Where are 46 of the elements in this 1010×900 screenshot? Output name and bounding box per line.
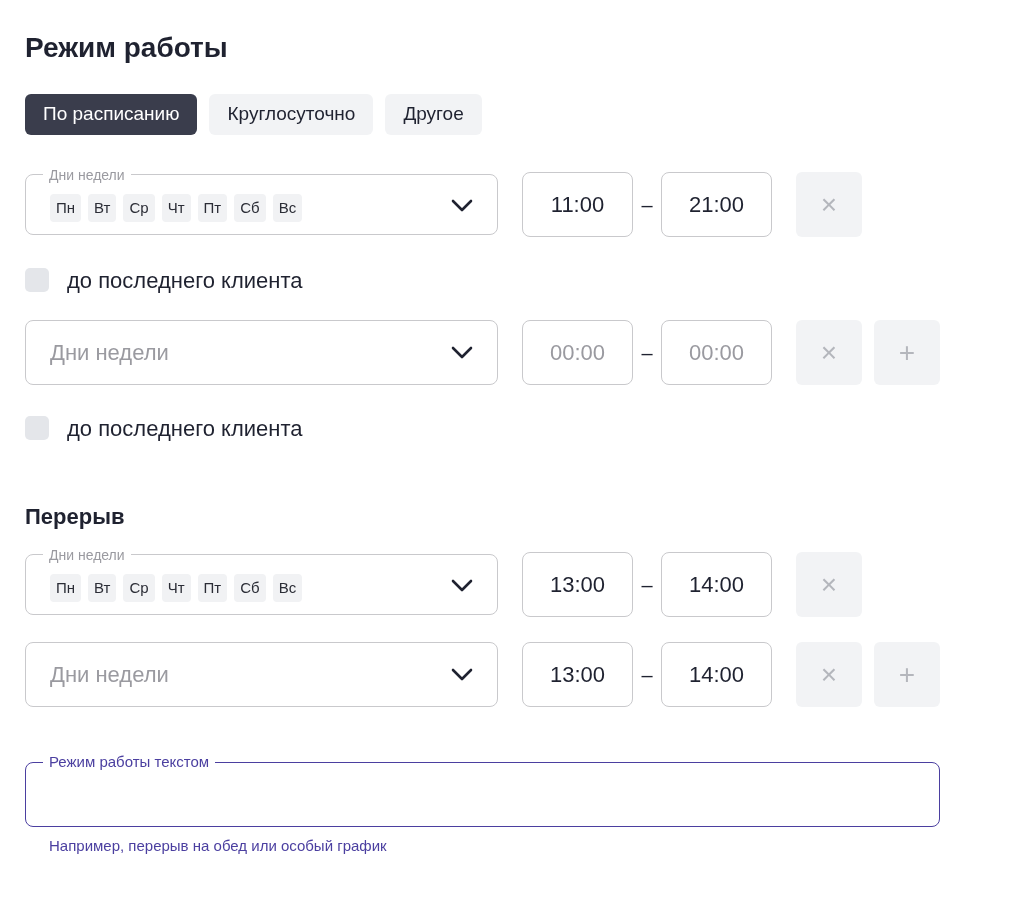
mode-tab[interactable]: Круглосуточно bbox=[209, 94, 374, 135]
weekday-chip: Вс bbox=[272, 194, 303, 222]
weekday-chip: Вс bbox=[272, 574, 303, 602]
chevron-down-icon bbox=[451, 345, 473, 360]
time-field[interactable]: 13:00 bbox=[522, 552, 633, 617]
range-dash: – bbox=[640, 192, 654, 218]
weekday-chip: Ср bbox=[123, 194, 155, 222]
field-hint: Например, перерыв на обед или особый график bbox=[49, 836, 388, 856]
mode-tab[interactable]: Другое bbox=[385, 94, 482, 135]
field-label: Дни недели bbox=[48, 166, 126, 183]
chevron-down-icon bbox=[451, 667, 473, 682]
mode-tab[interactable]: По расписанию bbox=[25, 94, 198, 135]
weekday-chip: Пт bbox=[197, 194, 228, 222]
checkbox-label: до последнего клиента bbox=[67, 414, 303, 443]
weekday-chip: Ср bbox=[123, 574, 155, 602]
range-dash: – bbox=[640, 662, 654, 688]
field-label: Дни недели bbox=[48, 546, 126, 563]
weekday-chip: Пн bbox=[50, 194, 82, 222]
weekday-chip: Чт bbox=[161, 574, 191, 602]
range-dash: – bbox=[640, 340, 654, 366]
weekday-chip: Сб bbox=[234, 574, 266, 602]
time-field[interactable]: 14:00 bbox=[661, 642, 772, 707]
time-field[interactable]: 00:00 bbox=[522, 320, 633, 385]
checkbox[interactable] bbox=[25, 416, 49, 440]
checkbox[interactable] bbox=[25, 268, 49, 292]
weekday-chip: Чт bbox=[161, 194, 191, 222]
time-field[interactable]: 13:00 bbox=[522, 642, 633, 707]
chevron-down-icon bbox=[451, 579, 473, 593]
time-field[interactable]: 14:00 bbox=[661, 552, 772, 617]
page-title: Режим работы bbox=[25, 31, 229, 65]
select-placeholder: Дни недели bbox=[50, 661, 170, 689]
time-field[interactable]: 00:00 bbox=[661, 320, 772, 385]
weekday-chip: Пн bbox=[50, 574, 82, 602]
chevron-down-icon bbox=[451, 199, 473, 213]
time-field[interactable]: 21:00 bbox=[661, 172, 772, 237]
weekday-chip: Вт bbox=[88, 194, 117, 222]
field-label: Режим работы текстом bbox=[48, 754, 211, 770]
checkbox-label: до последнего клиента bbox=[67, 266, 303, 295]
weekday-chip: Сб bbox=[234, 194, 266, 222]
select-placeholder: Дни недели bbox=[50, 339, 170, 367]
text-field[interactable]: Режим работы текстом bbox=[25, 754, 940, 827]
weekday-chip: Пт bbox=[197, 574, 228, 602]
section-title: Перерыв bbox=[25, 503, 126, 531]
time-field[interactable]: 11:00 bbox=[522, 172, 633, 237]
range-dash: – bbox=[640, 572, 654, 598]
weekday-chip: Вт bbox=[88, 574, 117, 602]
